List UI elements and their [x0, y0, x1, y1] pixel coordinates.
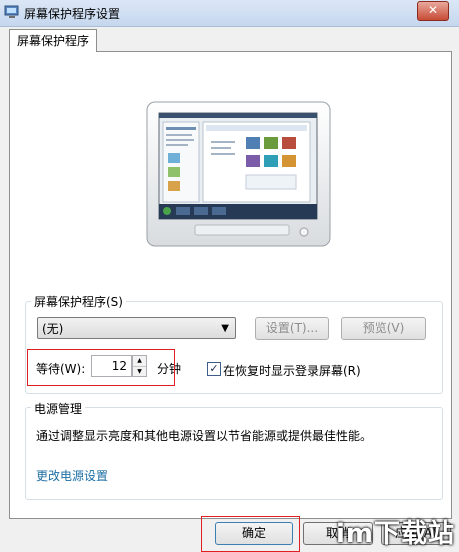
screensaver-group-label: 屏幕保护程序(S)	[31, 293, 126, 310]
power-group-label: 电源管理	[31, 400, 86, 417]
screensaver-select[interactable]: (无) ▼	[37, 317, 236, 339]
monitor-preview-image	[146, 101, 331, 247]
tab-panel: 屏幕保护程序(S) (无) ▼ 设置(T)... 预览(V) 等待(W): 12…	[9, 51, 452, 519]
screensaver-select-value: (无)	[42, 322, 64, 336]
highlight-box-ok	[201, 516, 300, 552]
screensaver-app-icon	[4, 5, 19, 18]
preview-button[interactable]: 预览(V)	[341, 317, 426, 340]
chevron-down-icon: ▼	[221, 323, 229, 334]
power-group	[25, 407, 443, 500]
settings-button[interactable]: 设置(T)...	[255, 317, 329, 340]
highlight-box-wait	[27, 349, 175, 386]
watermark-logo: im下载站	[335, 519, 455, 549]
power-description: 通过调整显示亮度和其他电源设置以节省能源或提供最佳性能。	[36, 429, 373, 443]
title-bar: 屏幕保护程序设置 ✕	[0, 0, 459, 27]
close-button[interactable]: ✕	[417, 1, 449, 21]
change-power-settings-link[interactable]: 更改电源设置	[36, 467, 108, 484]
close-icon: ✕	[427, 3, 439, 17]
resume-login-label[interactable]: 在恢复时显示登录屏幕(R)	[223, 362, 361, 379]
tab-screensaver[interactable]: 屏幕保护程序	[9, 29, 97, 52]
window-title: 屏幕保护程序设置	[24, 7, 121, 21]
checkmark-icon: ✓	[209, 362, 219, 375]
resume-login-checkbox[interactable]: ✓	[207, 362, 221, 376]
